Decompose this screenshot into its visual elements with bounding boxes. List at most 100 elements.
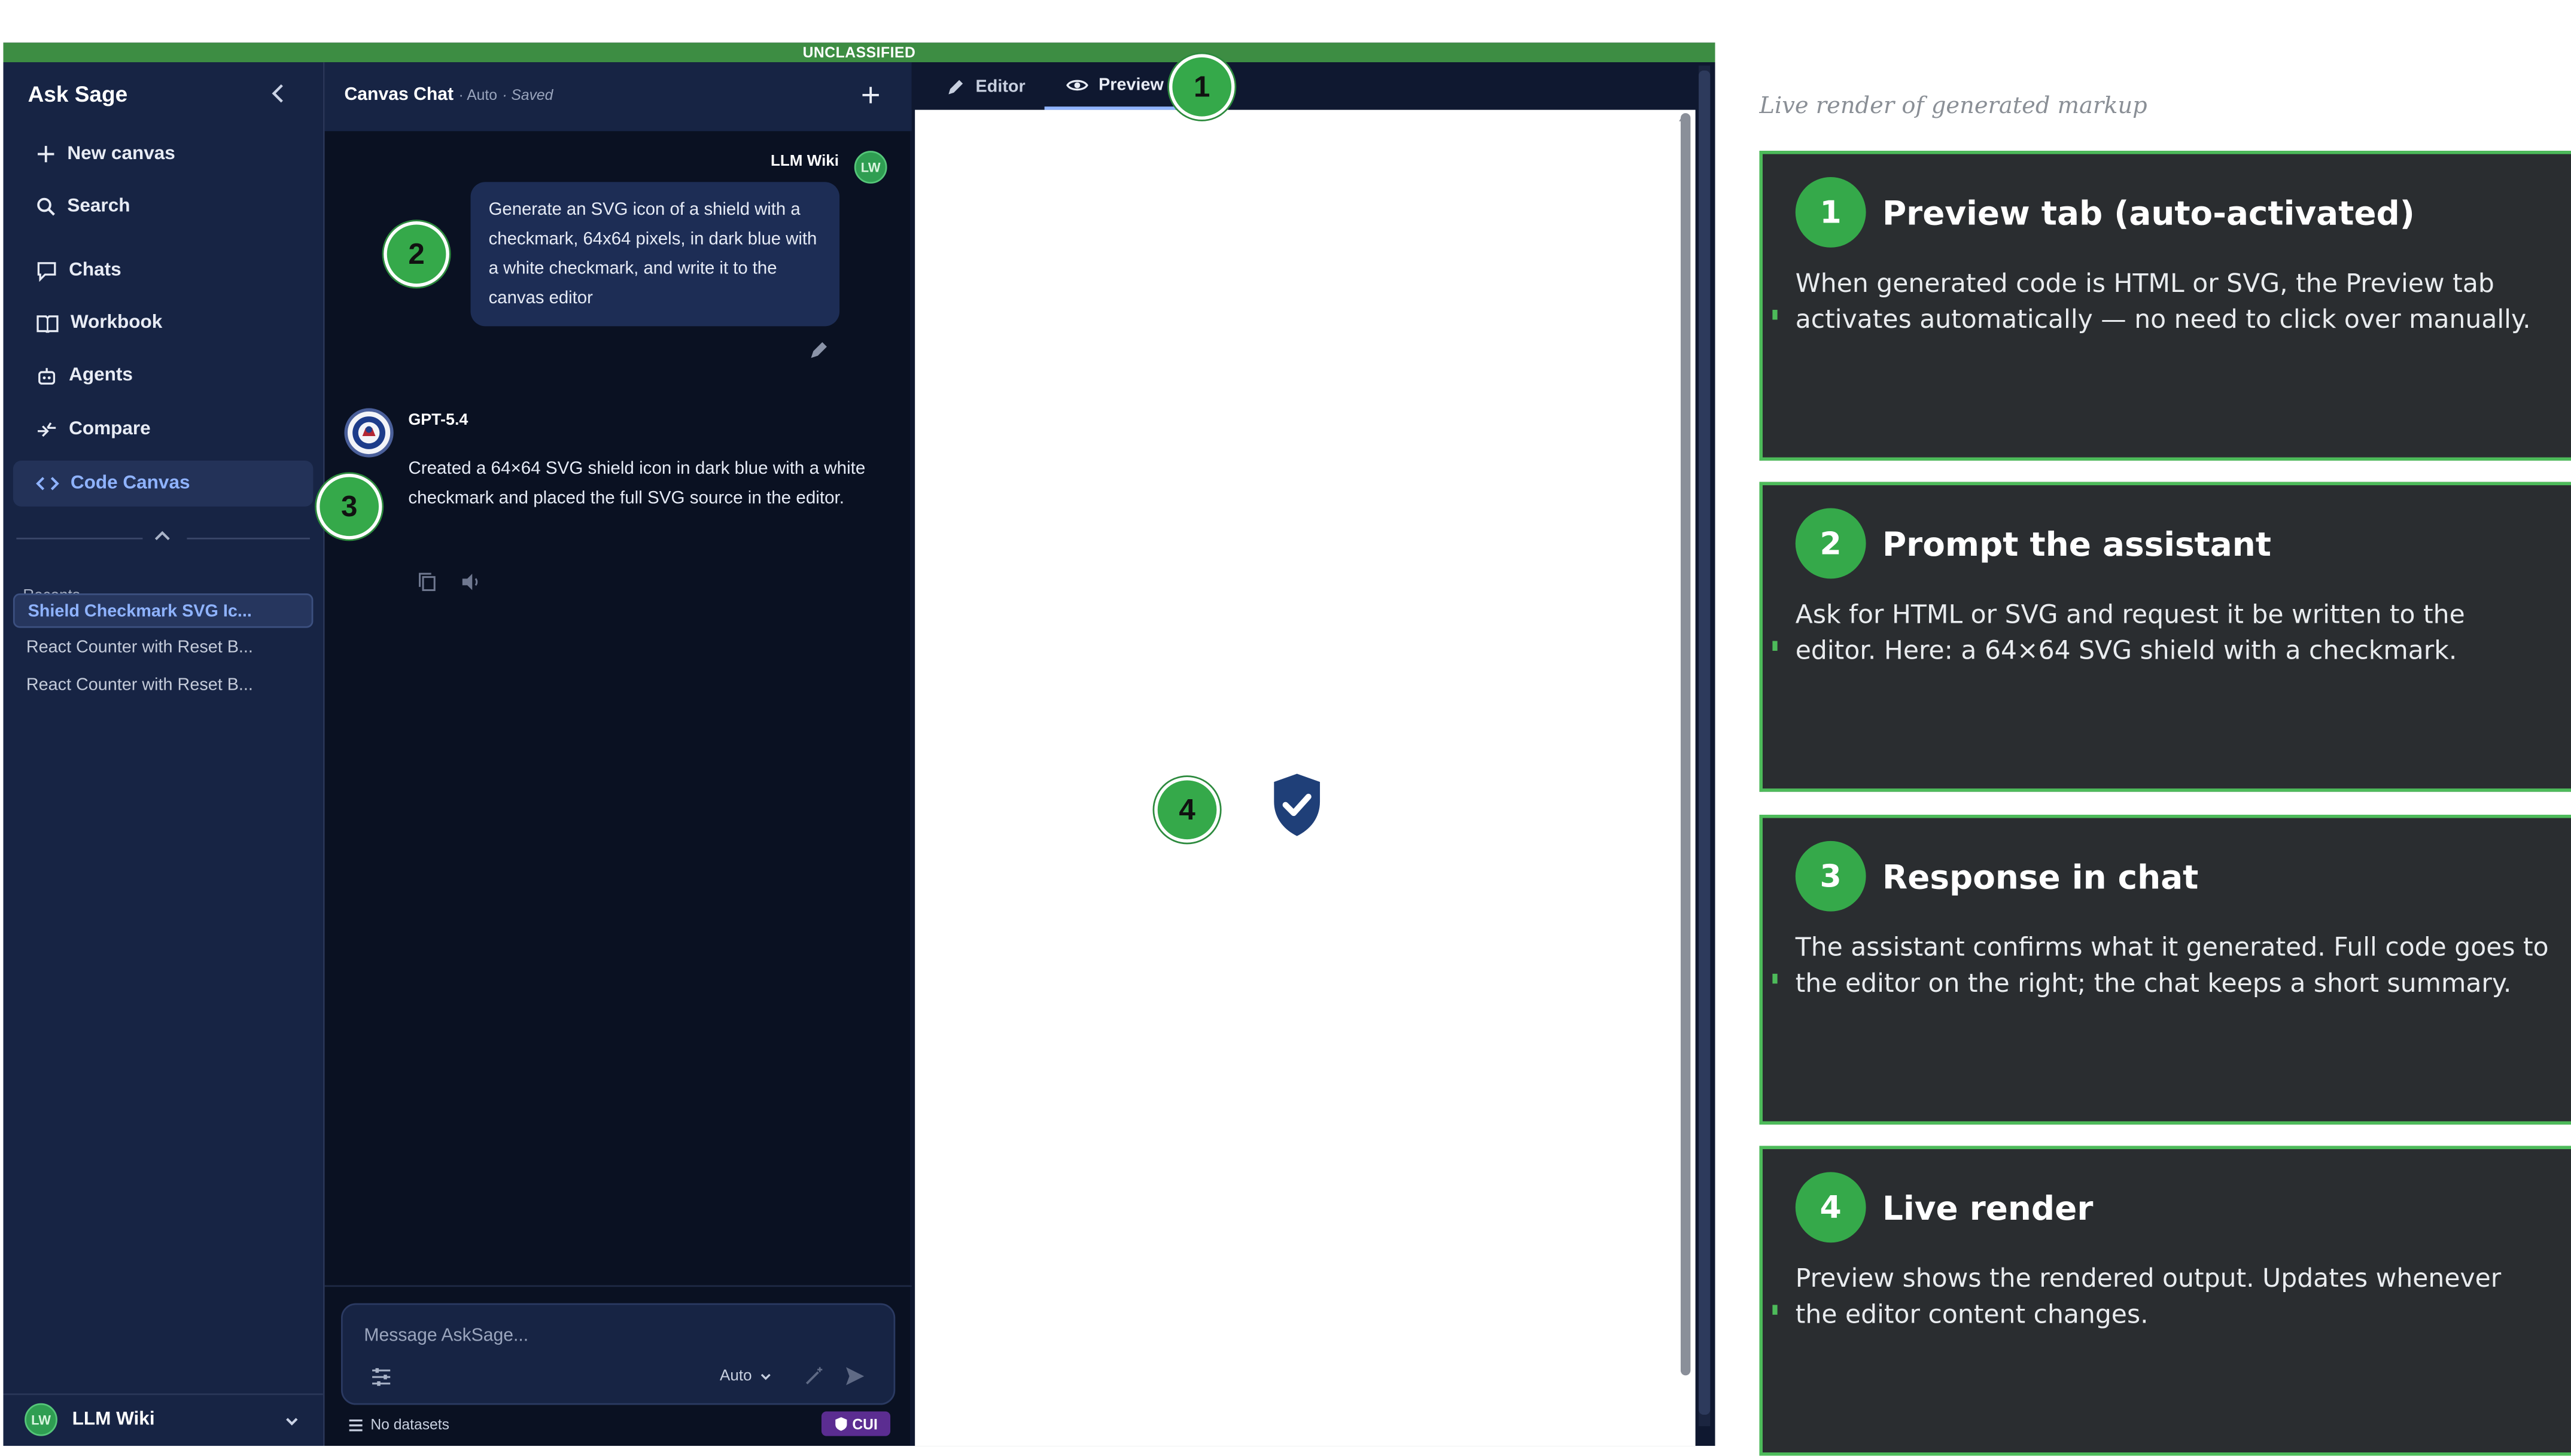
model-select-value: Auto xyxy=(720,1367,752,1385)
annotation-card-2: 2 Prompt the assistant Ask for HTML or S… xyxy=(1759,482,2571,792)
chevron-up-icon xyxy=(154,531,170,541)
list-icon xyxy=(349,1418,363,1431)
copy-button[interactable] xyxy=(418,572,436,592)
recent-item[interactable]: React Counter with Reset B... xyxy=(13,669,313,703)
edit-message-button[interactable] xyxy=(810,341,828,359)
classification-banner: UNCLASSIFIED xyxy=(3,42,1715,63)
settings-button[interactable] xyxy=(370,1367,392,1387)
avatar: LW xyxy=(25,1403,57,1436)
collapse-nav-button[interactable] xyxy=(153,528,172,544)
sidebar-item-agents[interactable]: Agents xyxy=(13,352,313,398)
card-tick xyxy=(1772,309,1778,320)
preview-scrollbar-thumb[interactable] xyxy=(1680,113,1691,1376)
ask-sage-app: UNCLASSIFIED Ask Sage New canvas Search … xyxy=(3,42,1715,1446)
callout-badge-4: 4 xyxy=(1154,776,1220,843)
user-menu[interactable]: LW LLM Wiki xyxy=(3,1393,323,1446)
chat-bubble-icon xyxy=(37,261,56,281)
card-tick xyxy=(1772,973,1778,984)
enhance-prompt-button[interactable] xyxy=(804,1366,825,1387)
shield-check-icon xyxy=(1274,773,1321,836)
divider xyxy=(16,537,143,540)
sidebar-item-label: Agents xyxy=(69,365,133,386)
sliders-icon xyxy=(372,1368,391,1386)
model-logo xyxy=(344,408,394,458)
divider xyxy=(324,1285,912,1287)
card-tick xyxy=(1772,641,1778,651)
annotation-card-1: 1 Preview tab (auto-activated) When gene… xyxy=(1759,151,2571,461)
shield-icon xyxy=(835,1417,847,1431)
code-icon xyxy=(36,477,59,491)
tab-editor[interactable]: Editor xyxy=(946,62,1026,109)
canvas-tabbar: Editor Preview xyxy=(911,62,1715,110)
new-chat-button[interactable] xyxy=(861,86,881,105)
annotation-caption: Live render of generated markup xyxy=(1759,93,2147,120)
card-body: Preview shows the rendered output. Updat… xyxy=(1795,1263,2502,1330)
collapse-sidebar-button[interactable] xyxy=(267,82,290,105)
model-name: GPT-5.4 xyxy=(408,411,468,430)
card-body: Ask for HTML or SVG and request it be wr… xyxy=(1795,599,2465,666)
user-prompt-bubble: Generate an SVG icon of a shield with a … xyxy=(470,182,840,327)
message-composer: Message AskSage... Auto xyxy=(341,1303,896,1405)
send-icon xyxy=(846,1367,865,1385)
sidebar-item-label: New canvas xyxy=(67,144,175,165)
chevron-left-icon xyxy=(272,84,283,103)
card-number: 2 xyxy=(1795,508,1866,579)
seal-icon xyxy=(352,416,386,449)
sidebar-item-label: Chats xyxy=(69,260,121,281)
chat-title-text: Canvas Chat xyxy=(344,85,454,105)
tab-preview[interactable]: Preview xyxy=(1044,62,1176,110)
chat-mode: · Auto xyxy=(458,87,497,103)
card-number: 3 xyxy=(1795,840,1866,912)
callout-badge-3: 3 xyxy=(316,473,382,540)
outer-scrollbar[interactable] xyxy=(1699,65,1711,1427)
card-title: Live render xyxy=(1882,1188,2094,1228)
search-icon xyxy=(37,197,55,216)
sidebar-item-search[interactable]: Search xyxy=(13,184,313,230)
sidebar-item-label: Code Canvas xyxy=(70,473,190,494)
card-title: Response in chat xyxy=(1882,857,2199,897)
avatar: LW xyxy=(854,151,887,184)
preview-pane xyxy=(915,109,1696,1446)
datasets-label: No datasets xyxy=(370,1416,449,1433)
sidebar-item-label: Workbook xyxy=(70,313,163,333)
sidebar-item-workbook[interactable]: Workbook xyxy=(13,300,313,346)
plus-icon xyxy=(38,145,54,163)
speaker-icon xyxy=(462,574,478,590)
copy-icon xyxy=(419,572,436,592)
user-name: LLM Wiki xyxy=(72,1409,155,1430)
scrollbar-thumb[interactable] xyxy=(1699,70,1711,1415)
sidebar-item-chats[interactable]: Chats xyxy=(13,248,313,294)
callout-badge-2: 2 xyxy=(384,221,449,287)
cui-badge[interactable]: CUI xyxy=(821,1411,891,1436)
annotation-card-3: 3 Response in chat The assistant confirm… xyxy=(1759,814,2571,1125)
tab-label: Preview xyxy=(1099,74,1164,95)
datasets-selector[interactable]: No datasets xyxy=(348,1417,449,1433)
sidebar-item-new-canvas[interactable]: New canvas xyxy=(13,131,313,177)
chat-save-status: · Saved xyxy=(502,87,553,103)
sidebar-item-label: Compare xyxy=(69,419,151,440)
sidebar-item-compare[interactable]: Compare xyxy=(13,407,313,453)
shield-shape xyxy=(1274,773,1321,836)
card-number: 4 xyxy=(1795,1172,1866,1243)
pencil-icon xyxy=(948,79,963,94)
chevron-down-icon xyxy=(286,1418,298,1425)
chat-title: Canvas Chat · Auto · Saved xyxy=(344,86,553,105)
cui-label: CUI xyxy=(852,1415,878,1432)
compare-icon xyxy=(38,422,56,437)
recent-item[interactable]: Shield Checkmark SVG Ic... xyxy=(13,593,314,628)
message-input[interactable]: Message AskSage... xyxy=(364,1326,528,1346)
annotation-card-4: 4 Live render Preview shows the rendered… xyxy=(1759,1146,2571,1456)
sidebar-item-code-canvas[interactable]: Code Canvas xyxy=(13,461,314,507)
sidebar: Ask Sage New canvas Search Chats Workboo… xyxy=(3,62,323,1446)
send-button[interactable] xyxy=(844,1366,866,1387)
message-author: LLM Wiki xyxy=(771,152,839,171)
eye-icon xyxy=(1066,79,1088,90)
model-select[interactable]: Auto xyxy=(720,1367,771,1385)
sidebar-item-label: Search xyxy=(67,196,130,217)
card-number: 1 xyxy=(1795,176,1866,248)
callout-badge-1: 1 xyxy=(1169,54,1235,120)
recent-item[interactable]: React Counter with Reset B... xyxy=(13,631,313,666)
card-title: Prompt the assistant xyxy=(1882,524,2272,564)
divider xyxy=(187,537,310,540)
read-aloud-button[interactable] xyxy=(461,572,480,592)
